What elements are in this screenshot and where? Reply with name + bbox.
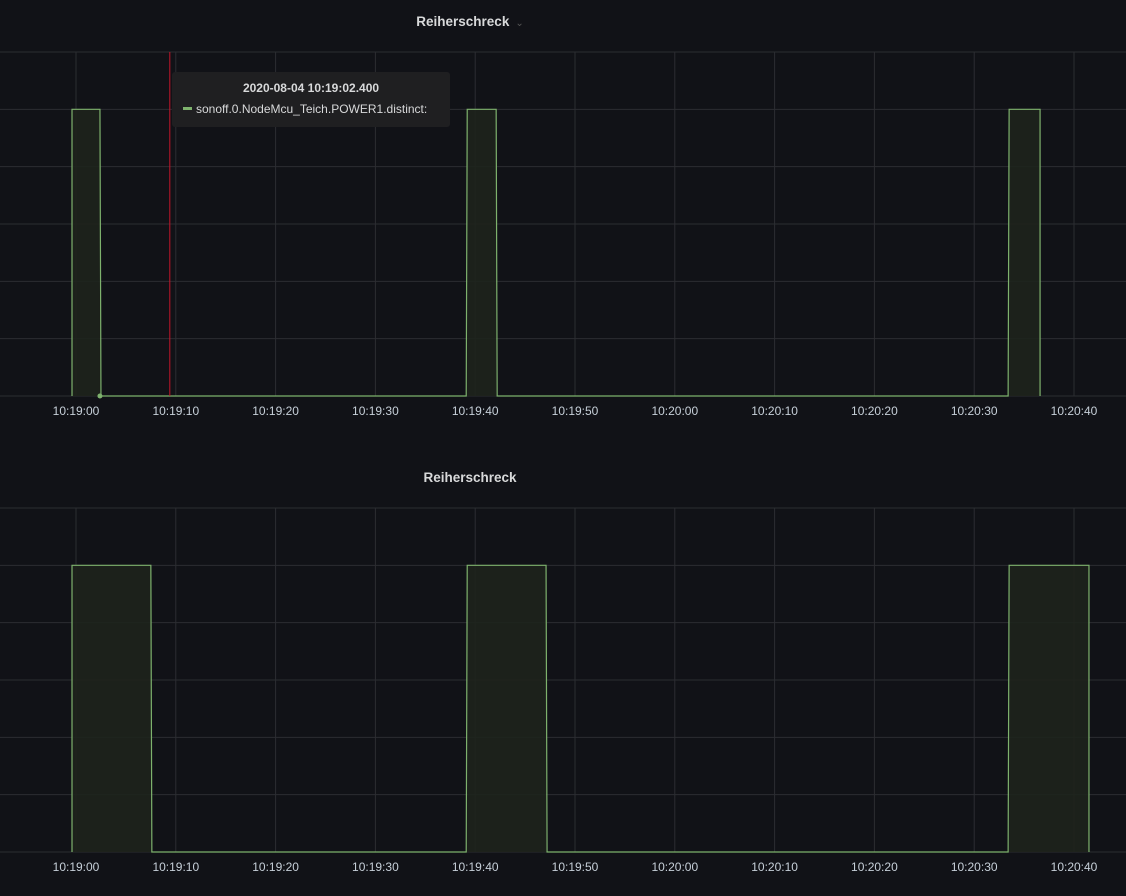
series-color-swatch [183,107,192,111]
x-tick-label: 10:20:40 [1051,404,1098,418]
x-tick-label: 10:19:10 [152,860,199,874]
tooltip-series-label: sonoff.0.NodeMcu_Teich.POWER1.distinct: [196,102,428,116]
graph-tooltip: 2020-08-04 10:19:02.400 sonoff.0.NodeMcu… [172,72,450,127]
tooltip-series-row: sonoff.0.NodeMcu_Teich.POWER1.distinct: [183,102,427,116]
x-tick-label: 10:20:10 [751,860,798,874]
x-tick-label: 10:20:30 [951,860,998,874]
hover-point [97,393,103,399]
x-tick-label: 10:20:10 [751,404,798,418]
x-tick-label: 10:20:20 [851,860,898,874]
x-tick-label: 10:19:20 [252,860,299,874]
graph-panel-2: Reiherschreck 10:19:00 10:19:10 10:19:20 10… [0,456,1126,896]
x-tick-label: 10:19:40 [452,860,499,874]
x-tick-label: 10:19:50 [552,860,599,874]
x-tick-label: 10:19:10 [152,404,199,418]
x-tick-label: 10:20:00 [651,860,698,874]
x-tick-label: 10:19:30 [352,860,399,874]
x-tick-label: 10:19:00 [53,404,100,418]
series-fill-segment [467,565,547,852]
x-tick-label: 10:20:00 [651,404,698,418]
x-tick-label: 10:19:20 [252,404,299,418]
x-tick-label: 10:20:40 [1051,860,1098,874]
x-tick-label: 10:19:00 [53,860,100,874]
x-tick-label: 10:20:20 [851,404,898,418]
graph-panel-1: Reiherschreck ⌄ 10:19:00 10:19:10 10:19:20 1… [0,0,1126,440]
x-tick-label: 10:19:40 [452,404,499,418]
series-line[interactable] [71,564,1090,853]
graph-plot[interactable]: 10:19:00 10:19:10 10:19:20 10:19:30 10:19:40… [0,0,1126,440]
series-fill-segment [467,109,497,396]
x-tick-label: 10:20:30 [951,404,998,418]
graph-plot[interactable]: 10:19:00 10:19:10 10:19:20 10:19:30 10:19:40… [0,456,1126,896]
series-fill-segment [72,109,100,396]
tooltip-time: 2020-08-04 10:19:02.400 [242,81,380,95]
series-fill-segment [72,565,151,852]
series-fill-segment [1009,565,1089,852]
x-tick-label: 10:19:50 [552,404,599,418]
series-line[interactable] [71,108,1041,397]
series-fill-segment [1009,109,1041,396]
x-tick-label: 10:19:30 [352,404,399,418]
